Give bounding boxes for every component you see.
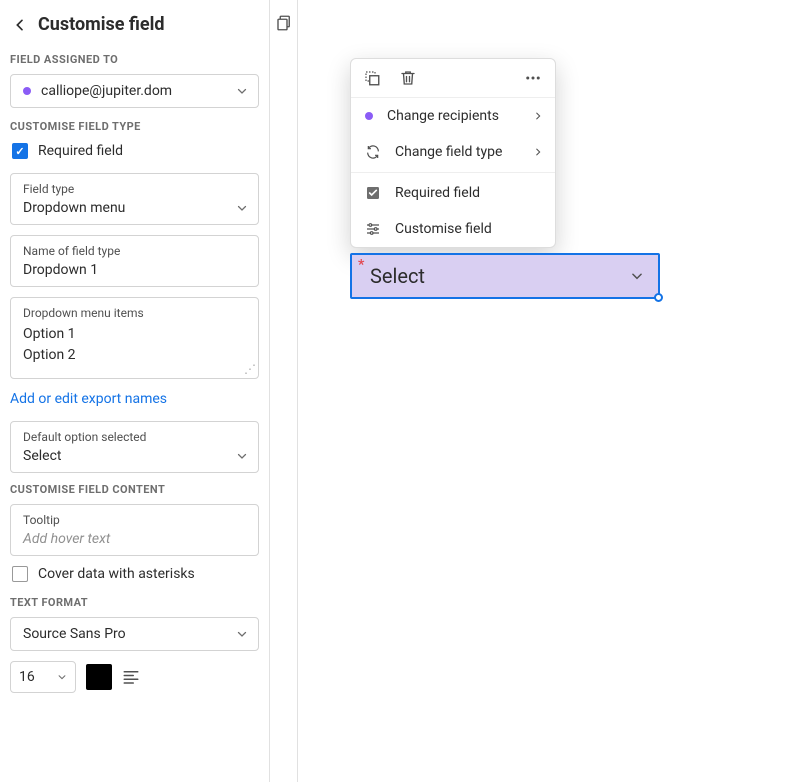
- sliders-icon: [365, 221, 381, 237]
- dropdown-item-line: Option 1: [23, 324, 246, 345]
- menu-change-recipients[interactable]: Change recipients: [351, 98, 555, 134]
- tooltip-placeholder: Add hover text: [23, 531, 110, 547]
- chevron-right-icon: [533, 111, 543, 121]
- assigned-value: calliope@jupiter.dom: [41, 83, 172, 99]
- field-type-label: Field type: [23, 182, 246, 196]
- menu-label: Change field type: [395, 144, 502, 160]
- customise-panel: Customise field FIELD ASSIGNED TO callio…: [0, 0, 270, 782]
- field-context-menu: Change recipients Change field type: [350, 58, 556, 248]
- menu-required[interactable]: Required field: [351, 175, 555, 211]
- export-names-link[interactable]: Add or edit export names: [10, 391, 167, 407]
- mask-checkbox[interactable]: [12, 566, 28, 582]
- pages-strip: [270, 0, 298, 782]
- trash-icon: [399, 69, 417, 87]
- assigned-dropdown[interactable]: calliope@jupiter.dom: [10, 74, 259, 108]
- field-type-value: Dropdown menu: [23, 200, 125, 216]
- canvas-dropdown-field[interactable]: * Select: [350, 253, 660, 299]
- page-title: Customise field: [38, 14, 165, 35]
- duplicate-icon: [363, 69, 381, 87]
- field-type-select[interactable]: Field type Dropdown menu: [10, 173, 259, 225]
- required-checkbox-row[interactable]: ✓ Required field: [12, 143, 259, 159]
- default-option-value: Select: [23, 448, 61, 464]
- chevron-left-icon: [12, 17, 28, 33]
- menu-customise[interactable]: Customise field: [351, 211, 555, 247]
- section-field-type: CUSTOMISE FIELD TYPE: [10, 120, 259, 133]
- align-left-icon: [122, 668, 140, 686]
- chevron-right-icon: [533, 147, 543, 157]
- section-assigned: FIELD ASSIGNED TO: [10, 53, 259, 66]
- resize-handle[interactable]: [654, 293, 663, 302]
- more-icon: [523, 69, 543, 87]
- mask-checkbox-row[interactable]: Cover data with asterisks: [12, 566, 259, 582]
- field-name-label: Name of field type: [23, 244, 246, 258]
- font-value: Source Sans Pro: [23, 626, 126, 642]
- chevron-down-icon: [236, 628, 248, 640]
- back-button[interactable]: [12, 17, 28, 33]
- dropdown-items-textarea[interactable]: Dropdown menu items Option 1 Option 2 ⋰: [10, 297, 259, 379]
- chevron-down-icon: [57, 672, 67, 682]
- section-content: CUSTOMISE FIELD CONTENT: [10, 483, 259, 496]
- menu-label: Required field: [395, 185, 480, 201]
- required-checkbox[interactable]: ✓: [12, 143, 28, 159]
- recipient-dot-icon: [365, 112, 373, 120]
- checkbox-checked-icon: [365, 185, 381, 201]
- menu-change-type[interactable]: Change field type: [351, 134, 555, 170]
- required-label: Required field: [38, 143, 123, 159]
- chevron-down-icon: [236, 202, 248, 214]
- recipient-dot-icon: [23, 87, 31, 95]
- delete-button[interactable]: [399, 69, 417, 87]
- dropdown-item-line: Option 2: [23, 345, 246, 366]
- chevron-down-icon: [236, 85, 248, 97]
- font-size-value: 16: [19, 669, 35, 685]
- pages-button[interactable]: [275, 14, 293, 782]
- tooltip-input[interactable]: Tooltip Add hover text: [10, 504, 259, 556]
- more-button[interactable]: [523, 69, 543, 87]
- dropdown-items-label: Dropdown menu items: [23, 306, 246, 320]
- copy-pages-icon: [275, 14, 293, 32]
- field-name-input[interactable]: Name of field type Dropdown 1: [10, 235, 259, 287]
- chevron-down-icon: [236, 450, 248, 462]
- tooltip-label: Tooltip: [23, 513, 246, 527]
- default-option-select[interactable]: Default option selected Select: [10, 421, 259, 473]
- refresh-icon: [365, 144, 381, 160]
- section-text-format: TEXT FORMAT: [10, 596, 259, 609]
- resize-grip-icon[interactable]: ⋰: [244, 362, 256, 376]
- chevron-down-icon: [630, 269, 644, 283]
- font-size-stepper[interactable]: 16: [10, 661, 76, 693]
- document-canvas[interactable]: Change recipients Change field type: [298, 0, 800, 782]
- color-swatch[interactable]: [86, 664, 112, 690]
- default-option-label: Default option selected: [23, 430, 246, 444]
- field-name-value: Dropdown 1: [23, 262, 98, 278]
- mask-label: Cover data with asterisks: [38, 566, 195, 582]
- align-button[interactable]: [122, 668, 140, 686]
- font-select[interactable]: Source Sans Pro: [10, 617, 259, 651]
- duplicate-button[interactable]: [363, 69, 381, 87]
- menu-label: Change recipients: [387, 108, 499, 124]
- required-asterisk-icon: *: [358, 257, 364, 273]
- canvas-field-placeholder: Select: [370, 264, 425, 288]
- menu-label: Customise field: [395, 221, 492, 237]
